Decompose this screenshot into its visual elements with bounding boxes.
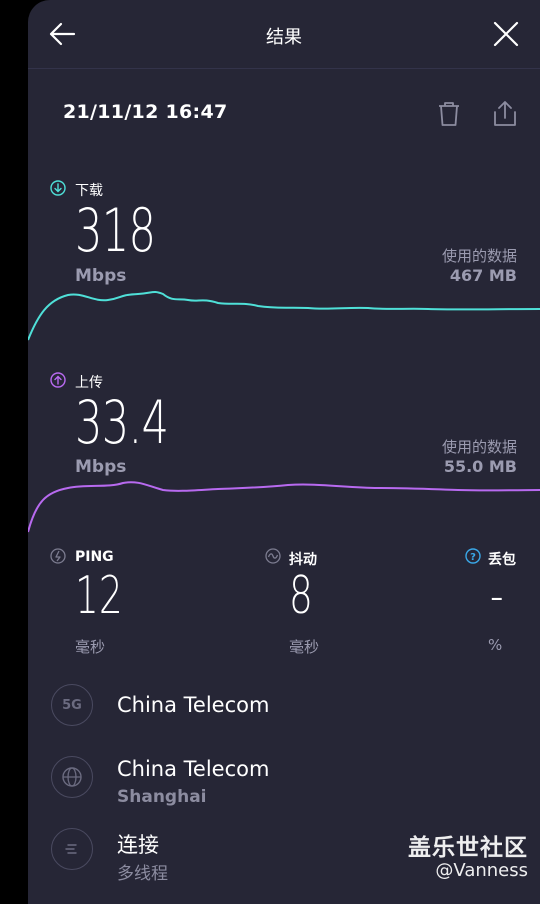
upload-data-used-label: 使用的数据 (441, 438, 517, 456)
packet-loss-unit: % (488, 636, 503, 654)
download-arrow-icon (50, 180, 66, 196)
header-divider (28, 68, 540, 69)
download-data-used-label: 使用的数据 (441, 247, 517, 265)
multi-line-glyph (65, 844, 77, 854)
connection-mode: 多线程 (117, 864, 168, 884)
ping-label: PING (75, 549, 114, 565)
share-icon[interactable] (490, 99, 520, 129)
globe-glyph (62, 767, 82, 787)
svg-text:?: ? (470, 552, 476, 563)
help-icon[interactable]: ? (465, 548, 481, 564)
ping-unit: 毫秒 (75, 638, 106, 656)
jitter-unit: 毫秒 (289, 638, 320, 656)
trash-icon[interactable] (434, 99, 464, 129)
test-datetime: 21/11/12 16:47 (63, 101, 228, 123)
server-location: Shanghai (117, 787, 207, 807)
connection-label: 连接 (117, 833, 159, 857)
globe-icon (51, 756, 93, 798)
result-panel: 结果 21/11/12 16:47 下载 318 Mbps 使用的数据 467 … (28, 0, 540, 904)
close-icon[interactable] (490, 18, 522, 50)
ping-icon (50, 548, 66, 564)
download-speed-graph (28, 290, 540, 341)
packet-loss-value: - (490, 566, 504, 626)
server-name[interactable]: China Telecom (117, 757, 269, 781)
connections-icon (51, 828, 93, 870)
provider-name: China Telecom (117, 693, 270, 717)
watermark-author: @Vanness (435, 860, 528, 881)
upload-speed-value: 33.4 (75, 388, 169, 458)
upload-arrow-icon (50, 372, 66, 388)
jitter-value: 8 (289, 566, 313, 626)
network-type-badge: 5G (51, 684, 93, 726)
watermark-community: 盖乐世社区 (408, 835, 528, 861)
network-type-label: 5G (62, 697, 82, 713)
page-title: 结果 (266, 27, 302, 48)
jitter-icon (265, 548, 281, 564)
ping-value: 12 (75, 566, 123, 626)
upload-speed-graph (28, 481, 540, 533)
download-speed-value: 318 (75, 196, 156, 266)
